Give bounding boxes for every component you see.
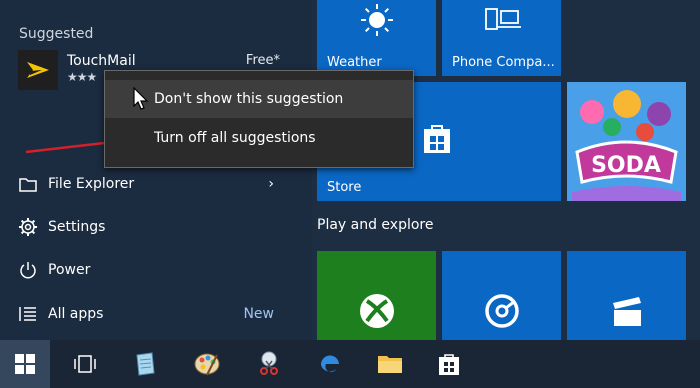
gear-icon: [18, 217, 38, 237]
task-view-button[interactable]: [60, 340, 110, 388]
settings-label: Settings: [48, 219, 106, 235]
start-menu-left-pane: Suggested TouchMail ★★★ Free* File Explo…: [0, 0, 312, 340]
sun-icon: [357, 2, 397, 38]
clapperboard-icon: [607, 291, 647, 331]
tile-candy-crush-soda[interactable]: SODA: [567, 82, 686, 201]
app-price: Free*: [245, 53, 280, 68]
group-label-play-and-explore: Play and explore: [317, 217, 434, 233]
folder-icon: [18, 174, 38, 194]
menu-item-dont-show-suggestion[interactable]: Don't show this suggestion: [105, 80, 413, 118]
groove-music-icon: [482, 291, 522, 331]
candy-crush-soda-logo: SODA: [567, 82, 686, 201]
paint-palette-icon: [194, 353, 220, 376]
taskbar: [0, 340, 700, 388]
edge-browser-icon: [320, 355, 339, 373]
power-icon: [18, 260, 38, 280]
menu-item-settings[interactable]: Settings: [18, 214, 300, 240]
store-tile-label: Store: [327, 180, 362, 195]
chevron-right-icon[interactable]: ›: [268, 176, 274, 192]
windows-logo-icon: [15, 354, 35, 374]
dont-show-suggestion-label: Don't show this suggestion: [154, 91, 344, 107]
turn-off-suggestions-label: Turn off all suggestions: [154, 130, 316, 146]
tile-movies-tv[interactable]: [567, 251, 686, 340]
xbox-icon: [357, 291, 397, 331]
tile-weather[interactable]: Weather: [317, 0, 436, 76]
menu-item-power[interactable]: Power: [18, 257, 300, 283]
mouse-cursor-icon: [133, 87, 149, 110]
paint-taskbar-button[interactable]: [182, 340, 232, 388]
scissors-icon: [260, 351, 278, 375]
list-icon: [18, 304, 38, 324]
store-bag-icon: [417, 118, 457, 158]
app-rating: ★★★: [67, 70, 97, 84]
touchmail-app-icon: [18, 50, 58, 90]
context-menu: Don't show this suggestion Turn off all …: [104, 70, 414, 168]
task-view-icon: [74, 355, 96, 373]
app-name: TouchMail: [67, 53, 136, 69]
menu-item-file-explorer[interactable]: File Explorer ›: [18, 171, 300, 197]
power-label: Power: [48, 262, 91, 278]
tile-groove-music[interactable]: [442, 251, 561, 340]
file-explorer-label: File Explorer: [48, 176, 135, 192]
notepad-icon: [136, 352, 155, 376]
suggested-section-label: Suggested: [19, 26, 94, 42]
folder-taskbar-icon: [378, 356, 402, 373]
menu-item-turn-off-all-suggestions[interactable]: Turn off all suggestions: [105, 119, 413, 157]
tile-xbox[interactable]: [317, 251, 436, 340]
svg-text:SODA: SODA: [591, 153, 661, 178]
menu-item-all-apps[interactable]: All apps New: [18, 301, 300, 327]
edge-taskbar-button[interactable]: [305, 340, 355, 388]
notepad-taskbar-button[interactable]: [120, 340, 170, 388]
all-apps-label: All apps: [48, 306, 104, 322]
new-badge: New: [243, 306, 274, 322]
phone-companion-tile-label: Phone Compa...: [452, 55, 555, 70]
file-explorer-taskbar-button[interactable]: [365, 340, 415, 388]
snipping-tool-taskbar-button[interactable]: [244, 340, 294, 388]
store-taskbar-button[interactable]: [424, 340, 474, 388]
start-button[interactable]: [0, 340, 50, 388]
store-taskbar-icon: [439, 354, 459, 375]
tile-phone-companion[interactable]: Phone Compa...: [442, 0, 561, 76]
weather-tile-label: Weather: [327, 55, 382, 70]
phone-laptop-icon: [480, 4, 524, 38]
